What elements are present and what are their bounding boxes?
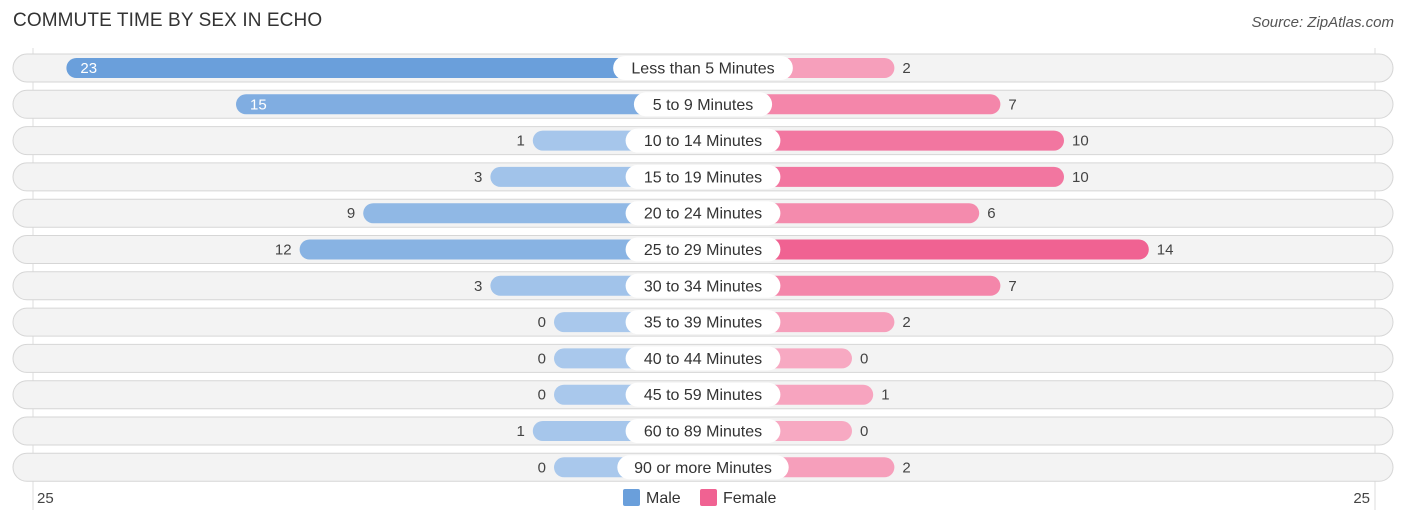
value-label-male: 0 [538, 350, 546, 367]
bar-row: 12 14 25 to 29 Minutes [12, 235, 1394, 264]
category-label: 45 to 59 Minutes [644, 387, 762, 404]
legend-swatch-male [623, 489, 640, 506]
axis-label-right: 25 [1353, 490, 1370, 507]
chart-canvas: 23 2Less than 5 Minutes15 75 to 9 Minutes1… [12, 48, 1394, 510]
value-label-female: 1 [881, 387, 889, 404]
category-label: 5 to 9 Minutes [653, 97, 754, 114]
bar-row: 3 10 15 to 19 Minutes [12, 162, 1394, 192]
bar-row: 0 2 35 to 39 Minutes [12, 307, 1394, 337]
bar-row: 0 0 40 to 44 Minutes [12, 343, 1394, 373]
bar-row: 0 1 45 to 59 Minutes [12, 380, 1394, 410]
category-label: 20 to 24 Minutes [644, 206, 762, 223]
category-label: 30 to 34 Minutes [644, 278, 762, 295]
category-label: 10 to 14 Minutes [644, 133, 762, 150]
value-label-male: 0 [538, 459, 546, 476]
value-label-female: 0 [860, 350, 868, 367]
value-label-male: 1 [516, 423, 524, 440]
value-label-female: 6 [987, 205, 995, 222]
value-label-female: 2 [902, 459, 910, 476]
legend-label-male: Male [646, 490, 681, 507]
legend-label-female: Female [723, 490, 776, 507]
category-label: 90 or more Minutes [634, 460, 772, 477]
value-label-female: 7 [1008, 278, 1016, 295]
bar-male [66, 58, 703, 78]
bar-row: 1 10 10 to 14 Minutes [12, 126, 1394, 156]
bar-row: 1 0 60 to 89 Minutes [12, 416, 1394, 446]
value-label-male: 12 [275, 242, 292, 259]
value-label-female: 7 [1008, 96, 1016, 113]
bar-row: 23 2 Less than 5 Minutes [12, 53, 1394, 83]
value-label-female: 2 [902, 60, 910, 77]
value-label-male: 23 [80, 60, 97, 77]
legend-swatch-female [700, 489, 717, 506]
bar-row: 0 2 90 or more Minutes [12, 452, 1394, 482]
category-label: 35 to 39 Minutes [644, 315, 762, 332]
value-label-male: 15 [250, 96, 267, 113]
category-label: Less than 5 Minutes [631, 61, 774, 78]
value-label-male: 9 [347, 205, 355, 222]
axis-label-left: 25 [37, 490, 54, 507]
legend: Male Female [623, 489, 776, 507]
bar-row: 3 7 30 to 34 Minutes [12, 271, 1394, 301]
value-label-male: 0 [538, 387, 546, 404]
category-label: 60 to 89 Minutes [644, 424, 762, 441]
value-label-male: 0 [538, 314, 546, 331]
category-label: 15 to 19 Minutes [644, 169, 762, 186]
value-label-male: 1 [516, 133, 524, 150]
bar-male [236, 94, 703, 115]
value-label-female: 2 [902, 314, 910, 331]
value-label-male: 3 [474, 169, 482, 186]
bar-row: 9 6 20 to 24 Minutes [12, 198, 1394, 228]
value-label-female: 10 [1072, 133, 1089, 150]
value-label-female: 14 [1157, 242, 1174, 259]
value-label-female: 0 [860, 423, 868, 440]
value-label-male: 3 [474, 278, 482, 295]
category-label: 40 to 44 Minutes [644, 351, 762, 368]
category-label: 25 to 29 Minutes [644, 242, 762, 259]
value-label-female: 10 [1072, 169, 1089, 186]
bar-row: 15 7 5 to 9 Minutes [12, 89, 1394, 119]
